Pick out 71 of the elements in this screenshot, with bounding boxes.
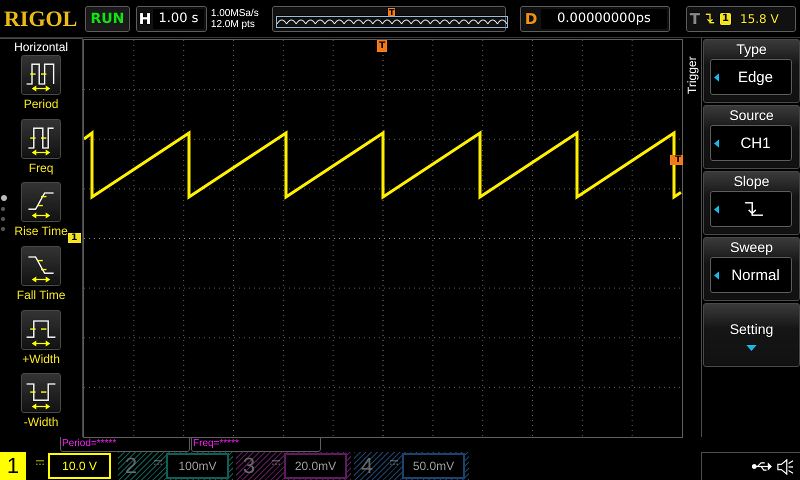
- measure-button[interactable]: [21, 373, 62, 414]
- timebase-value: 1.00 s: [153, 8, 204, 28]
- page-dot[interactable]: [1, 227, 5, 231]
- measure-button[interactable]: [21, 182, 62, 222]
- left-triangle-icon: [714, 138, 720, 148]
- menu-value-box[interactable]: Edge: [710, 59, 792, 95]
- measure-label: Fall Time: [16, 287, 66, 304]
- left-triangle-icon: [714, 204, 720, 214]
- measure-label: Rise Time: [14, 223, 68, 240]
- trigger-voltage: 15.8 V: [740, 12, 779, 26]
- menu-item-label: Source: [729, 106, 774, 125]
- measure-label: Freq: [28, 160, 54, 177]
- down-triangle-icon: [746, 344, 757, 350]
- measure-label: +Width: [22, 350, 60, 368]
- channel-scale: 10.0 V: [48, 453, 111, 479]
- trigger-letter: T: [690, 10, 700, 28]
- menu-value-box[interactable]: [710, 191, 792, 227]
- menu-item[interactable]: Sweep Normal: [702, 237, 800, 301]
- menu-item-label: Slope: [734, 172, 770, 191]
- menu-item[interactable]: Slope: [702, 171, 800, 235]
- channel-number: 1: [0, 452, 26, 480]
- page-dot[interactable]: [1, 195, 7, 201]
- menu-value: CH1: [739, 134, 772, 152]
- channel-scale: 50.0mV: [402, 453, 465, 479]
- page-dot[interactable]: [1, 217, 5, 221]
- usb-icon: [752, 461, 772, 472]
- menu-value-box[interactable]: CH1: [710, 125, 792, 161]
- left-triangle-icon: [714, 72, 720, 82]
- delay-letter: D: [524, 10, 538, 28]
- dc-coupling-icon: [272, 460, 280, 464]
- dc-coupling-icon: [390, 460, 398, 464]
- menu-item-label: Sweep: [730, 238, 773, 257]
- speaker-icon: [776, 458, 794, 474]
- page-dot[interactable]: [1, 207, 5, 211]
- measure-label: -Width: [24, 414, 58, 432]
- menu-title: Trigger: [685, 55, 700, 94]
- channel-scale: 20.0mV: [284, 453, 347, 479]
- menu-item-label: Type: [736, 40, 767, 59]
- menu-value: Normal: [730, 266, 781, 284]
- brand-logo: RIGOL: [4, 6, 78, 32]
- menu-item[interactable]: Source CH1: [702, 105, 800, 169]
- left-triangle-icon: [714, 270, 720, 280]
- measure-button[interactable]: [21, 118, 62, 159]
- falling-edge-icon: [704, 12, 715, 25]
- measure-button[interactable]: [21, 310, 62, 350]
- menu-item-label: Setting: [730, 320, 774, 338]
- trigger-time-marker[interactable]: T: [377, 40, 388, 52]
- delay-display[interactable]: D 0.00000000ps: [520, 6, 670, 32]
- trigger-level-marker[interactable]: T: [670, 155, 684, 165]
- trigger-source-badge: 1: [720, 12, 731, 24]
- timebase-letter: H: [138, 10, 152, 28]
- channel-scale: 100mV: [166, 453, 229, 479]
- dc-coupling-icon: [36, 460, 44, 464]
- channel-offset-marker[interactable]: 1: [68, 233, 82, 243]
- delay-value: 0.00000000ps: [541, 8, 667, 28]
- measure-button[interactable]: [21, 246, 62, 286]
- measure-label: Period: [24, 96, 58, 113]
- menu-title: Horizontal: [14, 40, 68, 55]
- timebase-display[interactable]: H 1.00 s: [136, 6, 207, 32]
- menu-item[interactable]: Setting: [702, 303, 800, 367]
- dc-coupling-icon: [154, 460, 162, 464]
- trigger-status-display[interactable]: T 1 15.8 V: [686, 6, 796, 32]
- measure-button[interactable]: [21, 55, 62, 95]
- run-stop-button[interactable]: RUN: [84, 6, 130, 32]
- menu-value-box[interactable]: Normal: [710, 257, 792, 293]
- menu-value: Edge: [736, 68, 774, 86]
- falling-edge-icon: [743, 201, 766, 217]
- menu-item[interactable]: Type Edge: [702, 39, 800, 103]
- memory-depth: 12.0M pts: [210, 18, 256, 30]
- sample-rate: 1.00MSa/s: [210, 8, 260, 18]
- trigger-position-marker: T: [388, 8, 396, 16]
